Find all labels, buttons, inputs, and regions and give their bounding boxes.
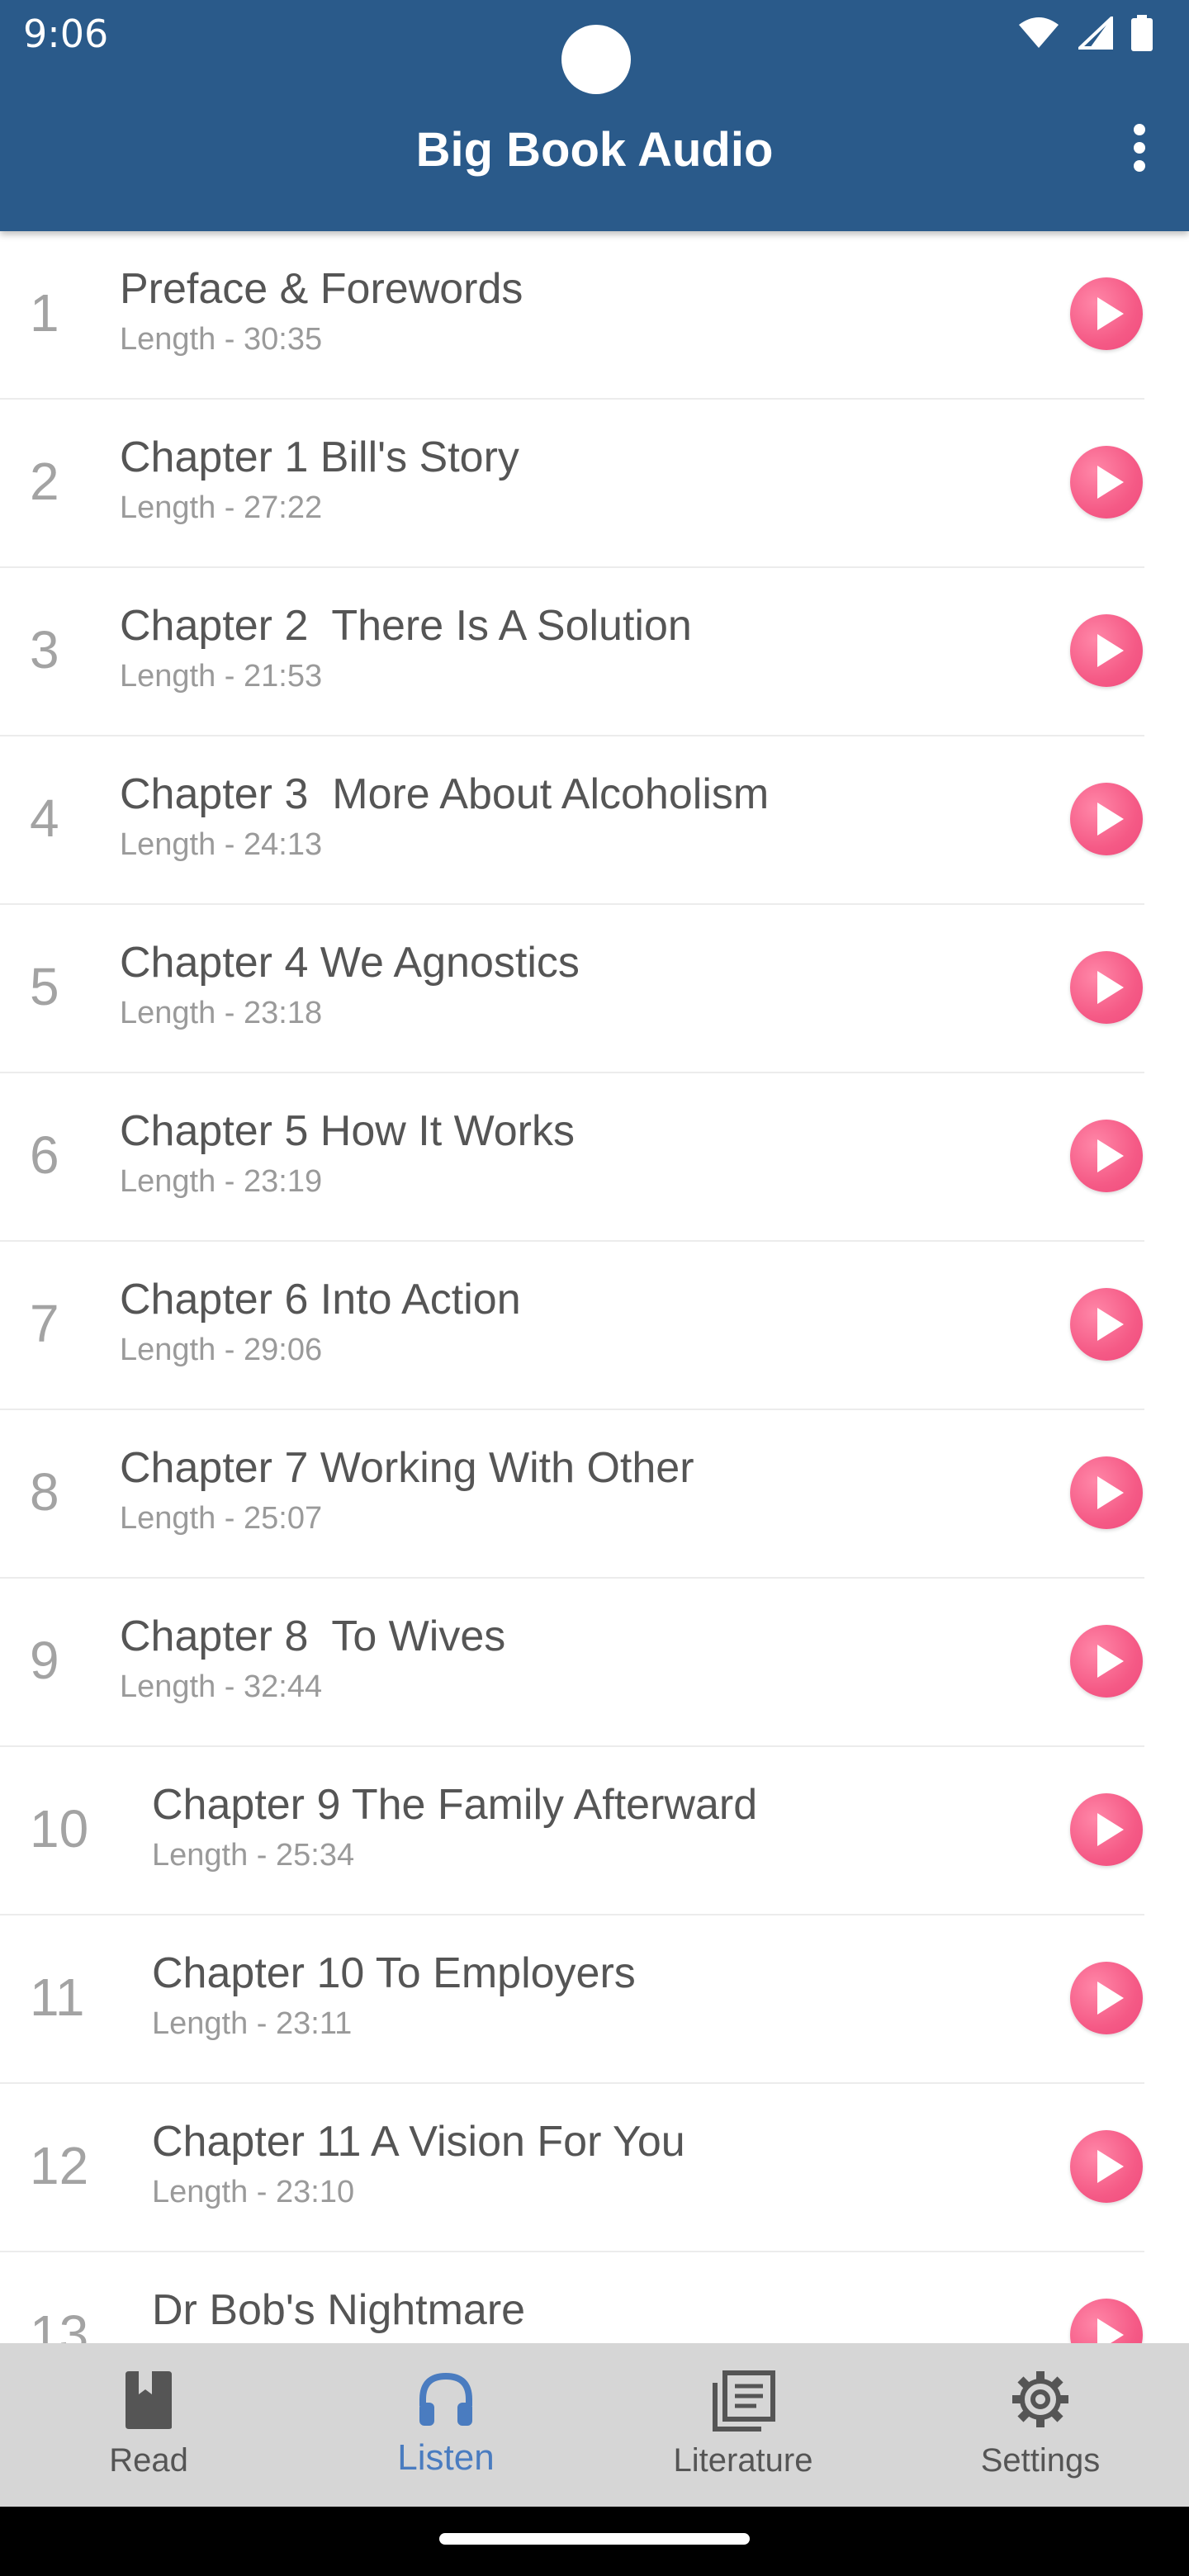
track-length: Length - 24:13 [120, 827, 323, 862]
signal-icon [1078, 17, 1113, 50]
play-button[interactable] [1070, 446, 1143, 519]
track-length: Length - 29:06 [120, 1333, 323, 1367]
track-row[interactable]: 9 Chapter 8 To Wives Length - 32:44 [0, 1579, 1144, 1747]
track-title: Chapter 8 To Wives [120, 1612, 506, 1660]
status-time: 9:06 [23, 12, 109, 56]
track-number: 9 [30, 1631, 59, 1690]
app-bar: 9:06 Big Book Audio [0, 0, 1189, 231]
track-row[interactable]: 13 Dr Bob's Nightmare [0, 2252, 1144, 2343]
track-number: 12 [30, 2136, 89, 2195]
track-row[interactable]: 10 Chapter 9 The Family Afterward Length… [0, 1747, 1144, 1915]
track-number: 10 [30, 1799, 89, 1859]
play-button[interactable] [1070, 2130, 1143, 2203]
track-number: 5 [30, 957, 59, 1016]
nav-listen[interactable]: Listen [297, 2343, 594, 2507]
track-number: 7 [30, 1294, 59, 1353]
track-number: 3 [30, 620, 59, 680]
track-row[interactable]: 8 Chapter 7 Working With Other Length - … [0, 1410, 1144, 1579]
nav-read-label: Read [109, 2442, 188, 2479]
track-row[interactable]: 6 Chapter 5 How It Works Length - 23:19 [0, 1073, 1144, 1242]
track-row[interactable]: 12 Chapter 11 A Vision For You Length - … [0, 2084, 1144, 2252]
play-button[interactable] [1070, 1120, 1143, 1192]
track-row[interactable]: 2 Chapter 1 Bill's Story Length - 27:22 [0, 400, 1144, 568]
track-title: Chapter 5 How It Works [120, 1107, 576, 1155]
track-length: Length - 25:07 [120, 1501, 323, 1536]
track-length: Length - 30:35 [120, 322, 323, 357]
nav-read[interactable]: Read [0, 2343, 297, 2507]
play-button[interactable] [1070, 614, 1143, 687]
play-button[interactable] [1070, 277, 1143, 350]
library-icon [713, 2370, 775, 2432]
track-length: Length - 23:11 [152, 2006, 353, 2041]
play-button[interactable] [1070, 1962, 1143, 2034]
track-title: Preface & Forewords [120, 265, 523, 313]
track-title: Chapter 1 Bill's Story [120, 433, 519, 481]
track-row[interactable]: 7 Chapter 6 Into Action Length - 29:06 [0, 1242, 1144, 1410]
track-length: Length - 25:34 [152, 1838, 355, 1873]
play-button[interactable] [1070, 1625, 1143, 1698]
camera-cutout [561, 25, 631, 94]
track-length: Length - 27:22 [120, 490, 323, 525]
track-list[interactable]: 1 Preface & Forewords Length - 30:35 2 C… [0, 231, 1189, 2343]
track-length: Length - 21:53 [120, 659, 323, 694]
track-number: 2 [30, 452, 59, 511]
track-title: Chapter 9 The Family Afterward [152, 1781, 758, 1829]
track-row[interactable]: 3 Chapter 2 There Is A Solution Length -… [0, 568, 1144, 736]
track-row[interactable]: 11 Chapter 10 To Employers Length - 23:1… [0, 1915, 1144, 2084]
track-title: Chapter 3 More About Alcoholism [120, 770, 770, 818]
track-row[interactable]: 1 Preface & Forewords Length - 30:35 [0, 231, 1144, 400]
track-title: Chapter 10 To Employers [152, 1949, 636, 1997]
track-title: Chapter 7 Working With Other [120, 1444, 694, 1492]
track-length: Length - 23:18 [120, 996, 323, 1030]
bottom-navigation: Read Listen Literature Settings [0, 2343, 1189, 2507]
play-button[interactable] [1070, 783, 1143, 855]
track-title: Chapter 4 We Agnostics [120, 939, 580, 987]
track-length: Length - 23:10 [152, 2175, 355, 2209]
track-row[interactable]: 5 Chapter 4 We Agnostics Length - 23:18 [0, 905, 1144, 1073]
track-title: Chapter 6 Into Action [120, 1276, 521, 1324]
headphones-icon [419, 2372, 472, 2426]
track-number: 4 [30, 788, 59, 848]
gear-icon [1012, 2371, 1068, 2427]
wifi-icon [1019, 17, 1059, 48]
nav-literature-label: Literature [673, 2442, 813, 2479]
nav-settings-label: Settings [980, 2442, 1101, 2479]
track-number: 13 [30, 2304, 89, 2343]
track-number: 8 [30, 1462, 59, 1522]
app-title: Big Book Audio [415, 123, 774, 177]
home-gesture-handle[interactable] [439, 2533, 750, 2545]
nav-listen-label: Listen [397, 2437, 495, 2478]
track-number: 11 [30, 1968, 85, 2027]
system-nav-bar [0, 2507, 1189, 2576]
track-title: Chapter 2 There Is A Solution [120, 602, 692, 650]
nav-literature[interactable]: Literature [594, 2343, 892, 2507]
battery-icon [1131, 15, 1153, 51]
track-title: Chapter 11 A Vision For You [152, 2118, 685, 2166]
status-icons [1017, 15, 1153, 51]
book-icon [126, 2371, 172, 2429]
track-row[interactable]: 4 Chapter 3 More About Alcoholism Length… [0, 736, 1144, 905]
track-length: Length - 23:19 [120, 1164, 323, 1199]
play-button[interactable] [1070, 1456, 1143, 1529]
track-number: 6 [30, 1125, 59, 1185]
overflow-menu-icon[interactable] [1123, 124, 1156, 173]
track-number: 1 [30, 283, 59, 343]
play-button[interactable] [1070, 1288, 1143, 1361]
play-button[interactable] [1070, 951, 1143, 1024]
track-length: Length - 32:44 [120, 1669, 323, 1704]
track-title: Dr Bob's Nightmare [152, 2286, 526, 2334]
play-button[interactable] [1070, 2299, 1143, 2343]
play-button[interactable] [1070, 1793, 1143, 1866]
nav-settings[interactable]: Settings [892, 2343, 1189, 2507]
